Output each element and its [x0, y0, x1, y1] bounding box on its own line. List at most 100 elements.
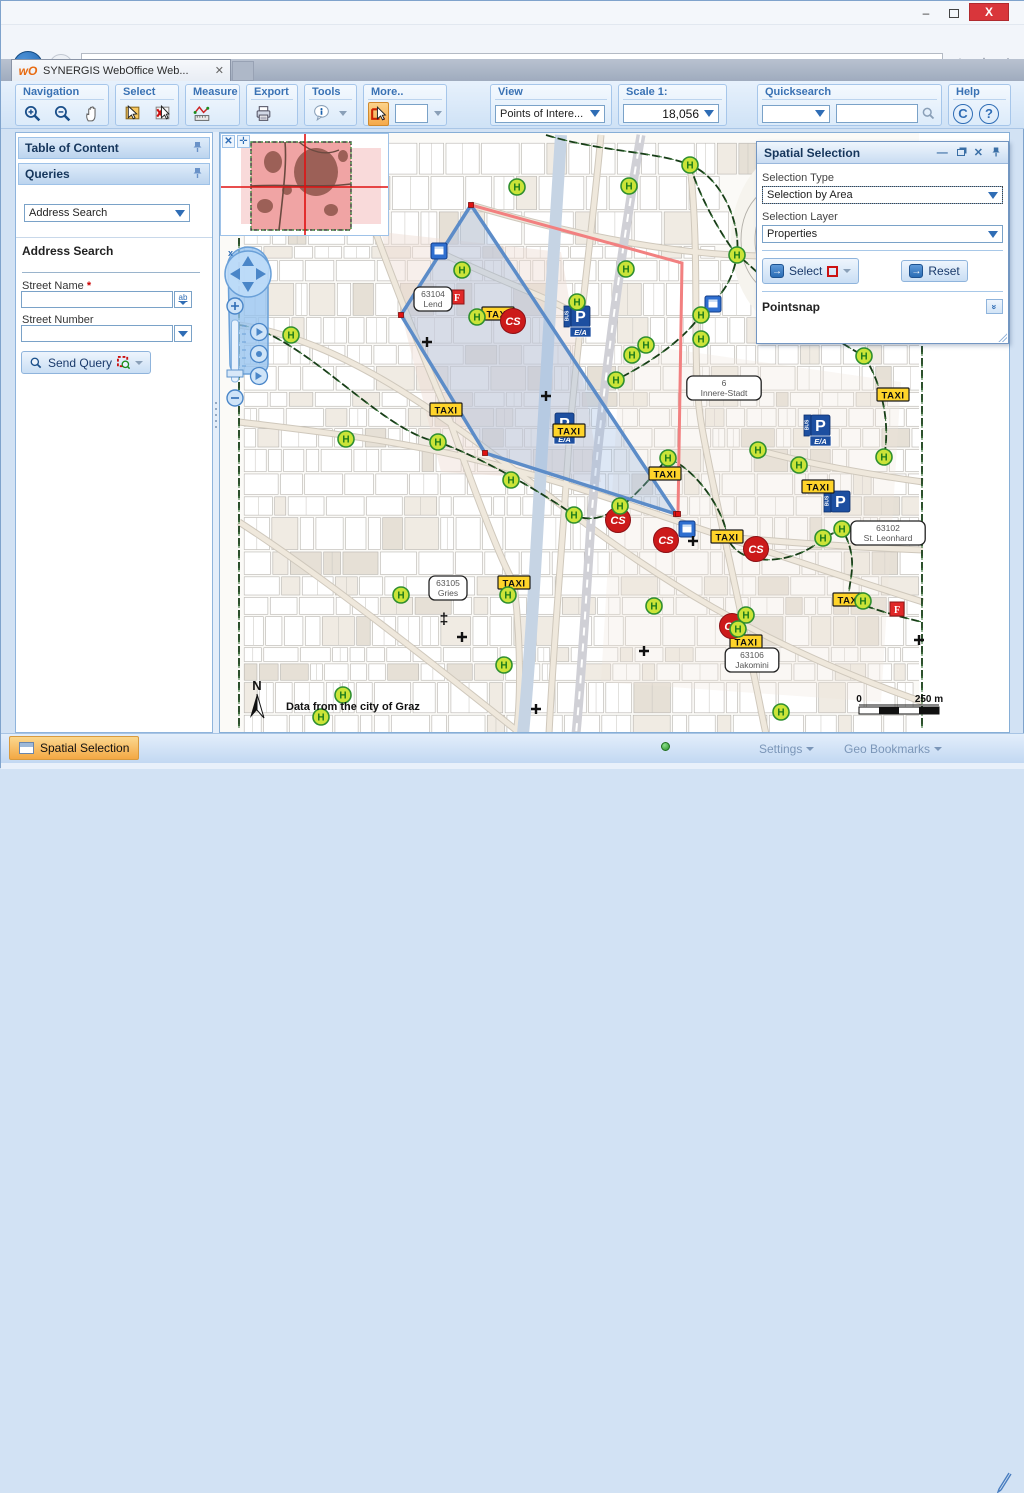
- tools-dropdown-caret[interactable]: [339, 111, 347, 116]
- vertex-marker[interactable]: [483, 451, 488, 456]
- selection-type-select[interactable]: Selection by Area: [762, 186, 1003, 204]
- browser-window: – X wO http://w-lap-wintner/WebOffice/sy…: [0, 0, 1024, 768]
- vertex-marker[interactable]: [676, 512, 681, 517]
- street-name-sort-button[interactable]: ab: [174, 291, 192, 308]
- street-name-input[interactable]: [21, 291, 173, 308]
- spatial-selection-taskbar-button[interactable]: Spatial Selection: [9, 736, 139, 760]
- group-scale: Scale 1: 18,056: [618, 84, 727, 126]
- zoom-out-button[interactable]: [50, 102, 74, 126]
- queries-header[interactable]: Queries: [18, 163, 210, 185]
- svg-text:Gries: Gries: [438, 588, 458, 598]
- settings-menu[interactable]: Settings: [759, 742, 814, 756]
- send-query-button[interactable]: Send Query: [21, 351, 151, 374]
- svg-text:St. Leonhard: St. Leonhard: [864, 533, 913, 543]
- zoom-slider-handle[interactable]: [227, 370, 243, 377]
- dialog-restore-icon[interactable]: [957, 148, 965, 158]
- selection-layer-select[interactable]: Properties: [762, 225, 1003, 243]
- svg-text:N: N: [252, 678, 261, 693]
- svg-text:H: H: [859, 597, 866, 608]
- svg-text:H: H: [507, 476, 514, 487]
- spatial-selection-dialog[interactable]: Spatial Selection — ✕ Selection Type Sel…: [756, 141, 1009, 344]
- geo-bookmarks-menu[interactable]: Geo Bookmarks: [844, 742, 942, 756]
- info-tool-button[interactable]: [309, 102, 333, 126]
- view-select[interactable]: Points of Intere...: [495, 105, 605, 123]
- group-view: View Points of Intere...: [490, 84, 612, 126]
- vertex-marker[interactable]: [399, 313, 404, 318]
- chevron-double-icon: »: [989, 304, 999, 309]
- quicksearch-select[interactable]: [762, 105, 830, 123]
- scale-input[interactable]: 18,056: [623, 104, 719, 123]
- query-select[interactable]: Address Search: [24, 204, 190, 222]
- help-button[interactable]: ?: [979, 104, 999, 124]
- group-select: Select: [115, 84, 179, 126]
- overview-move-icon[interactable]: ✛: [237, 135, 250, 148]
- bus-stop-icon: H: [566, 507, 582, 523]
- dialog-resize-handle[interactable]: [998, 333, 1007, 342]
- measure-button[interactable]: [190, 102, 214, 126]
- info-point-icon: [679, 521, 695, 537]
- select-arrow-icon: →: [770, 264, 784, 278]
- group-select-label: Select: [120, 86, 174, 100]
- reset-arrow-icon: →: [909, 264, 923, 278]
- dialog-divider: [762, 250, 1003, 251]
- map-navigator-widget[interactable]: x: [220, 244, 274, 416]
- svg-text:H: H: [819, 534, 826, 545]
- window-icon: [19, 742, 34, 754]
- taskbar-button-label: Spatial Selection: [40, 741, 129, 755]
- select-features-button[interactable]: [120, 102, 144, 126]
- bus-stop-icon: H: [338, 431, 354, 447]
- bus-stop-icon: H: [750, 442, 766, 458]
- street-number-dropdown[interactable]: [174, 325, 192, 342]
- new-tab-stub[interactable]: [232, 61, 254, 81]
- zoom-in-button[interactable]: [20, 102, 44, 126]
- vertex-marker[interactable]: [469, 203, 474, 208]
- search-icon: [29, 356, 43, 370]
- dialog-minimize-icon[interactable]: —: [937, 148, 948, 158]
- pointsnap-expand-button[interactable]: »: [986, 299, 1003, 314]
- close-button[interactable]: X: [969, 3, 1009, 21]
- pan-hand-button[interactable]: [80, 102, 104, 126]
- bus-stop-icon: H: [773, 704, 789, 720]
- svg-text:250 m: 250 m: [915, 694, 943, 705]
- group-scale-label: Scale 1:: [623, 86, 722, 100]
- dialog-pin-icon[interactable]: [992, 146, 1001, 160]
- redline-pen-icon[interactable]: [995, 1469, 1015, 1493]
- dialog-close-icon[interactable]: ✕: [974, 148, 983, 158]
- spatial-selection-tool-button[interactable]: [368, 102, 389, 126]
- maximize-button[interactable]: [941, 4, 967, 22]
- quicksearch-go-icon[interactable]: [920, 105, 937, 123]
- tab-synergis-weboffice[interactable]: wO SYNERGIS WebOffice Web... ✕: [11, 59, 231, 81]
- send-query-caret[interactable]: [135, 361, 143, 365]
- minimize-button[interactable]: –: [913, 4, 939, 22]
- send-query-label: Send Query: [48, 356, 112, 370]
- svg-text:H: H: [650, 602, 657, 613]
- tab-close-icon[interactable]: ✕: [215, 64, 224, 77]
- quicksearch-input[interactable]: [836, 104, 918, 123]
- pin-icon[interactable]: [193, 141, 203, 156]
- bus-stop-icon: H: [855, 593, 871, 609]
- scale-caret-icon[interactable]: [704, 110, 714, 117]
- overview-close-icon[interactable]: ✕: [222, 135, 235, 148]
- navigator-close-icon[interactable]: x: [228, 248, 233, 258]
- street-number-input[interactable]: [21, 325, 173, 342]
- splitter-handle[interactable]: [215, 402, 217, 428]
- pin-icon[interactable]: [193, 167, 203, 182]
- more-tools-combobox[interactable]: [395, 104, 428, 123]
- bus-stop-icon: H: [856, 348, 872, 364]
- overview-map[interactable]: ✕ ✛: [220, 133, 389, 236]
- svg-text:H: H: [317, 713, 324, 724]
- select-button[interactable]: → Select: [762, 258, 859, 284]
- contact-button[interactable]: C: [953, 104, 973, 124]
- reset-button[interactable]: → Reset: [901, 260, 967, 282]
- svg-text:H: H: [342, 435, 349, 446]
- dialog-header[interactable]: Spatial Selection — ✕: [757, 142, 1008, 164]
- clear-selection-button[interactable]: [150, 102, 174, 126]
- table-of-content-header[interactable]: Table of Content: [18, 137, 210, 159]
- svg-text:H: H: [434, 438, 441, 449]
- more-dropdown-caret[interactable]: [434, 111, 442, 116]
- print-button[interactable]: [251, 102, 275, 126]
- svg-text:H: H: [625, 182, 632, 193]
- svg-text:H: H: [500, 661, 507, 672]
- taxi-stand-icon: TAXI: [553, 424, 585, 438]
- select-dropdown-caret[interactable]: [843, 269, 851, 273]
